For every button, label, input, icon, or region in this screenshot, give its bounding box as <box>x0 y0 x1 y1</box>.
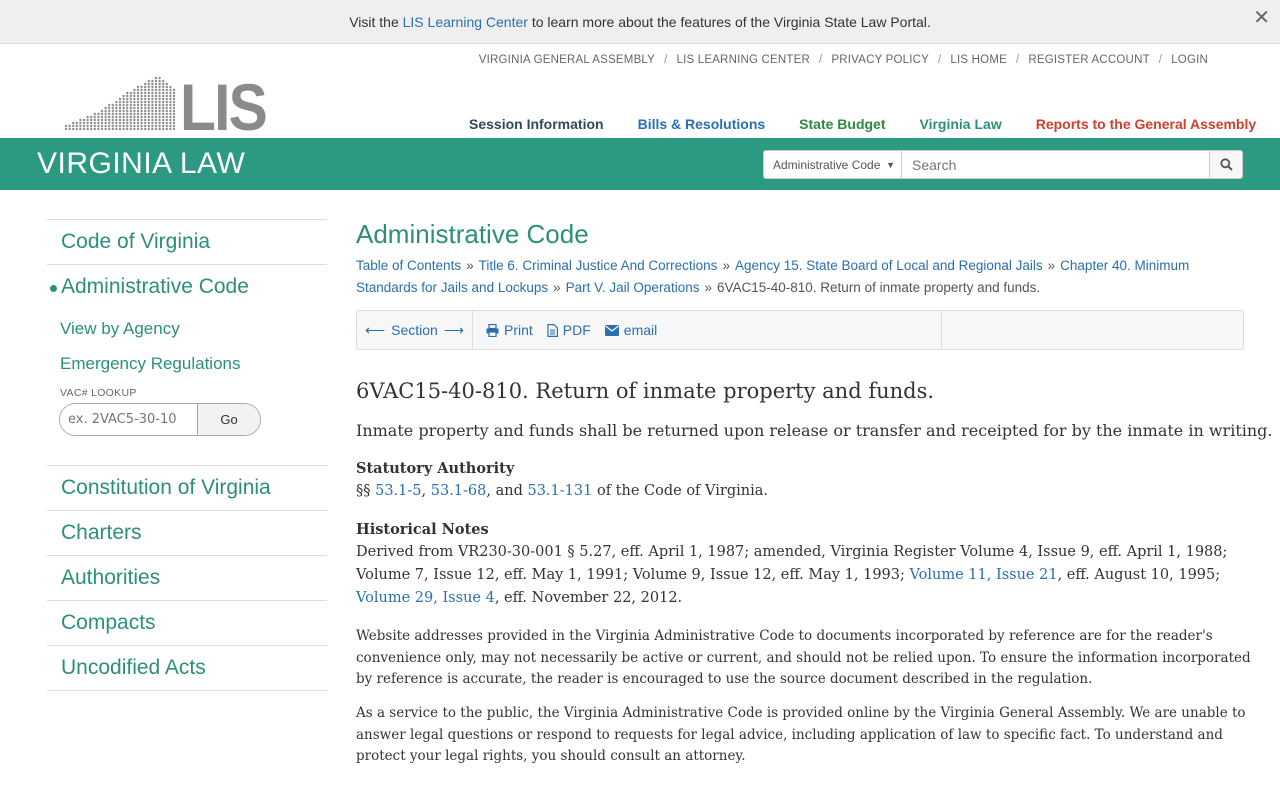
arrow-right-icon[interactable]: ⟶ <box>444 322 464 339</box>
historical-notes: Historical Notes Derived from VR230-30-0… <box>356 518 1236 610</box>
notice-text: Visit the LIS Learning Center to learn m… <box>349 13 931 30</box>
utility-nav: VIRGINIA GENERAL ASSEMBLY / LIS LEARNING … <box>478 54 1208 66</box>
active-indicator <box>50 285 57 292</box>
email-button[interactable]: email <box>604 322 657 338</box>
virginia-map-icon: LIS <box>64 70 268 144</box>
arrow-left-icon[interactable]: ⟵ <box>365 322 385 339</box>
sidebar-item-code-of-virginia[interactable]: Code of Virginia <box>47 219 327 264</box>
sidebar-item-emergency-regulations[interactable]: Emergency Regulations <box>47 346 327 381</box>
nav-session-information[interactable]: Session Information <box>469 116 604 132</box>
sidebar-item-compacts[interactable]: Compacts <box>47 600 327 645</box>
citation-link-53-1-131[interactable]: 53.1-131 <box>527 483 592 499</box>
sidebar-item-charters[interactable]: Charters <box>47 510 327 555</box>
search-icon <box>1219 158 1233 171</box>
section-toolbar: ⟵ Section ⟶ Print PDF email <box>356 310 1244 350</box>
vac-lookup-label: VAC# LOOKUP <box>60 387 137 399</box>
main-content: Administrative Code Table of Contents» Ti… <box>356 219 1273 764</box>
register-link-vol29[interactable]: Volume 29, Issue 4 <box>356 590 495 606</box>
citation-link-53-1-68[interactable]: 53.1-68 <box>431 483 487 499</box>
breadcrumb-current: 6VAC15-40-810. Return of inmate property… <box>716 280 1041 295</box>
topnav-login[interactable]: LOGIN <box>1171 54 1208 66</box>
sidebar: Code of Virginia Administrative Code Vie… <box>47 219 327 691</box>
breadcrumb-part[interactable]: Part V. Jail Operations <box>566 280 700 295</box>
topnav-learning-center[interactable]: LIS LEARNING CENTER <box>676 54 810 66</box>
historical-notes-text: Derived from VR230-30-001 § 5.27, eff. A… <box>356 544 1228 606</box>
topnav-privacy-policy[interactable]: PRIVACY POLICY <box>831 54 929 66</box>
sidebar-item-authorities[interactable]: Authorities <box>47 555 327 600</box>
envelope-icon <box>604 324 619 336</box>
search-scope-select[interactable]: Administrative Code ▼ <box>764 151 902 178</box>
lis-learning-center-link[interactable]: LIS Learning Center <box>403 14 528 30</box>
breadcrumb-toc[interactable]: Table of Contents <box>356 258 461 273</box>
statutory-authority-text: §§ 53.1-5, 53.1-68, and 53.1-131 of the … <box>356 483 768 499</box>
breadcrumb-title[interactable]: Title 6. Criminal Justice And Correction… <box>479 258 718 273</box>
nav-bills-resolutions[interactable]: Bills & Resolutions <box>638 116 766 132</box>
print-button[interactable]: Print <box>486 322 533 338</box>
sidebar-item-constitution[interactable]: Constitution of Virginia <box>47 465 327 510</box>
disclaimer-references: Website addresses provided in the Virgin… <box>356 628 1251 687</box>
close-icon[interactable]: ✕ <box>1253 8 1270 28</box>
search-bar: Administrative Code ▼ <box>763 150 1243 179</box>
breadcrumb: Table of Contents» Title 6. Criminal Just… <box>356 258 1190 295</box>
svg-text:LIS: LIS <box>180 74 266 132</box>
nav-state-budget[interactable]: State Budget <box>799 116 885 132</box>
citation-link-53-1-5[interactable]: 53.1-5 <box>375 483 421 499</box>
vac-lookup-input[interactable] <box>60 404 197 435</box>
main-nav: Session Information Bills & Resolutions … <box>469 116 1256 132</box>
section-label: Section <box>391 322 438 338</box>
topnav-lis-home[interactable]: LIS HOME <box>950 54 1007 66</box>
sidebar-item-uncodified-acts[interactable]: Uncodified Acts <box>47 645 327 690</box>
register-link-vol11[interactable]: Volume 11, Issue 21 <box>910 567 1058 583</box>
section-banner: VIRGINIA LAW Administrative Code ▼ <box>0 138 1280 190</box>
lis-logo[interactable]: LIS <box>64 70 268 144</box>
nav-reports[interactable]: Reports to the General Assembly <box>1036 116 1256 132</box>
banner-title: VIRGINIA LAW <box>37 147 246 180</box>
disclaimer-legal: As a service to the public, the Virginia… <box>356 705 1246 764</box>
sidebar-item-administrative-code[interactable]: Administrative Code <box>47 264 327 309</box>
section-title: 6VAC15-40-810. Return of inmate property… <box>356 379 935 403</box>
vac-lookup: Go <box>59 403 261 436</box>
section-actions: Print PDF email <box>473 311 942 349</box>
search-button[interactable] <box>1209 151 1242 178</box>
topnav-register-account[interactable]: REGISTER ACCOUNT <box>1028 54 1149 66</box>
pdf-button[interactable]: PDF <box>547 322 591 338</box>
section-text: Inmate property and funds shall be retur… <box>356 421 1273 440</box>
vac-go-button[interactable]: Go <box>197 404 260 435</box>
page-title: Administrative Code <box>356 219 589 249</box>
topnav-general-assembly[interactable]: VIRGINIA GENERAL ASSEMBLY <box>479 54 655 66</box>
sidebar-item-view-by-agency[interactable]: View by Agency <box>47 311 327 346</box>
notice-bar: Visit the LIS Learning Center to learn m… <box>0 0 1280 44</box>
nav-virginia-law[interactable]: Virginia Law <box>920 116 1002 132</box>
section-nav: ⟵ Section ⟶ <box>357 311 473 349</box>
file-icon <box>547 323 558 337</box>
historical-notes-heading: Historical Notes <box>356 521 489 538</box>
statutory-authority-heading: Statutory Authority <box>356 460 515 477</box>
breadcrumb-agency[interactable]: Agency 15. State Board of Local and Regi… <box>735 258 1043 273</box>
chevron-down-icon: ▼ <box>886 160 895 170</box>
search-input[interactable] <box>902 151 1209 178</box>
statutory-authority: Statutory Authority §§ 53.1-5, 53.1-68, … <box>356 457 1236 503</box>
print-icon <box>486 323 499 337</box>
